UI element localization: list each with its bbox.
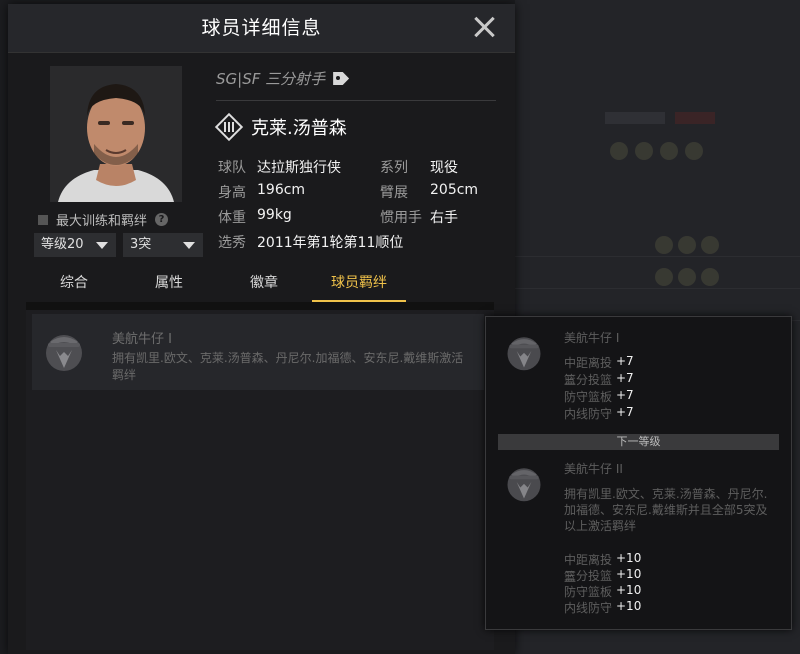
next-level-bar: 下一等级 (498, 434, 779, 450)
next-stat-row: 内线防守 +10 (564, 599, 641, 616)
wingspan-label: 臂展 (380, 185, 408, 201)
bonds-panel: 美航牛仔 I 拥有凯里.欧文、克莱.汤普森、丹尼尔.加福德、安东尼.戴维斯激活羁… (26, 310, 494, 650)
bg-bar (675, 112, 715, 124)
player-name: 克莱.汤普森 (251, 118, 347, 139)
stat-name: 防守篮板 (564, 390, 613, 404)
bg-bar (605, 112, 665, 124)
current-stat-row: 内线防守 +7 (564, 405, 634, 422)
mavericks-logo-icon (507, 468, 541, 502)
bg-badge-icon (635, 142, 653, 160)
chevron-down-icon (96, 242, 108, 249)
bg-badge-icon (701, 268, 719, 286)
bond-tooltip: 美航牛仔 I 中距离投篮 +7 三分投篮 +7 防守篮板 +7 内线防守 +7 … (485, 316, 792, 630)
stat-name: 防守篮板 (564, 585, 613, 599)
help-icon[interactable]: ? (155, 213, 169, 226)
bg-badge-icon (610, 142, 628, 160)
stat-value: +7 (616, 371, 634, 385)
stat-name: 三分投篮 (564, 373, 613, 387)
player-name-row: 克莱.汤普森 (214, 112, 347, 142)
player-portrait (50, 66, 182, 202)
divider (216, 100, 496, 101)
bg-badge-icon (685, 142, 703, 160)
position-label: SG|SF 三分射手 (216, 70, 326, 88)
height-label: 身高 (218, 185, 246, 201)
tab-badges[interactable]: 徽章 (234, 272, 294, 300)
level-select[interactable]: 等级20 (34, 233, 116, 257)
tag-icon[interactable] (333, 72, 350, 85)
tab-bar: 综合 属性 徽章 球员羁绊 (24, 272, 494, 302)
team-value: 达拉斯独行侠 (257, 160, 341, 176)
bond-description: 拥有凯里.欧文、克莱.汤普森、丹尼尔.加福德、安东尼.戴维斯激活羁绊 (112, 351, 464, 382)
chevron-down-icon (183, 242, 195, 249)
tab-divider (26, 302, 494, 310)
mavericks-logo-icon (507, 337, 541, 371)
rating-diamond-icon (214, 112, 244, 142)
height-value: 196cm (257, 182, 306, 198)
bond-item[interactable]: 美航牛仔 I 拥有凯里.欧文、克莱.汤普森、丹尼尔.加福德、安东尼.戴维斯激活羁… (32, 314, 484, 390)
stat-value: +7 (616, 405, 634, 419)
next-stat-row: 三分投篮 +10 (564, 567, 641, 584)
hand-value: 右手 (430, 210, 458, 226)
current-stat-row: 防守篮板 +7 (564, 388, 634, 405)
stat-name: 内线防守 (564, 407, 613, 421)
bg-badge-icon (678, 268, 696, 286)
close-icon[interactable] (471, 14, 497, 40)
series-value: 现役 (430, 160, 458, 176)
series-label: 系列 (380, 160, 408, 176)
tab-overview[interactable]: 综合 (44, 272, 104, 300)
mavericks-logo-icon (46, 335, 82, 371)
tab-attributes[interactable]: 属性 (139, 272, 199, 300)
weight-value: 99kg (257, 207, 292, 223)
stat-name: 三分投篮 (564, 569, 613, 583)
breakthrough-select[interactable]: 3突 (123, 233, 203, 257)
current-bond-title: 美航牛仔 I (564, 331, 620, 345)
hand-label: 惯用手 (380, 210, 422, 226)
weight-label: 体重 (218, 210, 246, 226)
bg-badge-icon (660, 142, 678, 160)
bg-badge-icon (701, 236, 719, 254)
stat-value: +10 (616, 567, 642, 581)
bg-badge-icon (655, 236, 673, 254)
next-bond-description: 拥有凯里.欧文、克莱.汤普森、丹尼尔.加福德、安东尼.戴维斯并且全部5突及以上激… (564, 487, 768, 533)
stat-value: +10 (616, 583, 642, 597)
current-stat-row: 三分投篮 +7 (564, 371, 634, 388)
level-select-value: 等级20 (41, 237, 84, 252)
stat-value: +10 (616, 599, 642, 613)
bond-title: 美航牛仔 I (112, 332, 172, 347)
dialog-titlebar: 球员详细信息 (8, 4, 515, 53)
bg-badge-icon (678, 236, 696, 254)
checkbox-icon[interactable] (38, 214, 48, 225)
max-training-label: 最大训练和羁绊 (56, 214, 148, 229)
player-position: SG|SF 三分射手 (216, 68, 350, 89)
draft-value: 2011年第1轮第11顺位 (257, 235, 404, 251)
bg-badge-icon (655, 268, 673, 286)
draft-label: 选秀 (218, 235, 246, 251)
tab-player-bonds[interactable]: 球员羁绊 (312, 272, 406, 302)
next-bond-title: 美航牛仔 II (564, 462, 623, 476)
wingspan-value: 205cm (430, 182, 479, 198)
stat-name: 内线防守 (564, 601, 613, 615)
max-training-toggle[interactable]: 最大训练和羁绊 ? (38, 210, 169, 229)
dialog-title: 球员详细信息 (201, 17, 322, 39)
next-stat-row: 防守篮板 +10 (564, 583, 641, 600)
breakthrough-select-value: 3突 (130, 237, 152, 252)
team-label: 球队 (218, 160, 246, 176)
stat-value: +7 (616, 388, 634, 402)
